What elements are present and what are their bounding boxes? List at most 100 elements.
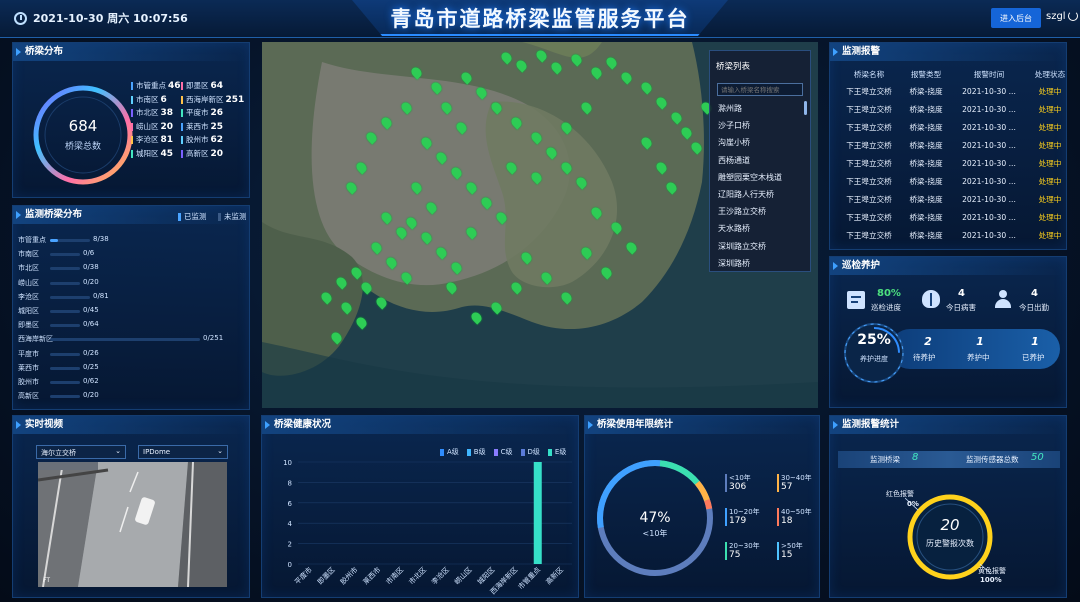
monitor-row-value: 0/38	[83, 263, 99, 272]
monitor-row-name: 平度市	[18, 349, 39, 358]
monitor-row-value: 8/38	[93, 235, 109, 243]
alarm-table-row[interactable]: 下王埠立交桥 桥梁-挠度 2021-10-30 ... 处理中	[836, 100, 1072, 118]
alarm-table-cell: 桥梁-挠度	[909, 86, 943, 96]
bridge-list-item[interactable]: 沙子口桥	[718, 120, 750, 131]
monitor-row-track	[50, 281, 80, 285]
yellow-alarm-pct: 100%	[980, 576, 1002, 584]
y-tick-label: 10	[283, 459, 292, 467]
clipboard-icon	[847, 291, 865, 309]
age-pct-label: <10年	[642, 529, 668, 538]
alarm-table-cell: 桥梁-挠度	[909, 194, 943, 204]
age-value: 18	[781, 516, 793, 526]
alarm-table-cell: 下王埠立交桥	[846, 194, 892, 204]
age-marker	[725, 542, 727, 560]
username[interactable]: szgl	[1046, 11, 1066, 22]
camera-select[interactable]: IPDome ⌄	[138, 445, 228, 459]
district-count: 38	[160, 108, 174, 118]
dashboard: 2021-10-30 周六 10:07:56 青岛市道路桥梁监管服务平台 进入后…	[0, 0, 1080, 602]
age-marker	[777, 474, 779, 492]
bridge-total: 684	[68, 117, 98, 135]
bridge-list-item[interactable]: 深圳路桥	[718, 258, 750, 269]
district-count: 81	[160, 135, 174, 145]
alarm-table-row[interactable]: 下王埠立交桥 桥梁-挠度 2021-10-30 ... 处理中	[836, 208, 1072, 226]
health-panel: 桥梁健康状况 A级 B级 C级 D级 E级 0 2 4 6 8 10 平度市 即墨区 胶州市 莱西市 市南区…	[261, 415, 579, 598]
alarm-table-row[interactable]: 下王埠立交桥 桥梁-挠度 2021-10-30 ... 处理中	[836, 172, 1072, 190]
alarm-table-header-cell: 处理状态	[1034, 69, 1066, 79]
patrol-progress-label: 巡检进度	[871, 303, 901, 312]
monitor-row-value: 0/26	[83, 348, 99, 357]
alarm-table-cell: 下王埠立交桥	[846, 86, 892, 96]
y-tick-label: 2	[288, 541, 292, 549]
district-item: 崂山区 20	[131, 121, 173, 132]
monitor-row-track	[50, 295, 90, 299]
age-value: 75	[729, 550, 741, 560]
legend-monitored-label: 已监测	[184, 212, 207, 221]
alarm-table-row[interactable]: 下王埠立交桥 桥梁-挠度 2021-10-30 ... 处理中	[836, 226, 1072, 244]
district-marker	[181, 149, 183, 158]
bridge-select[interactable]: 海尔立交桥 ⌄	[36, 445, 126, 459]
inspection-panel: 巡检养护 80% 巡检进度 4 今日病害 4 今日出勤 25% 养护进度 2 待…	[829, 256, 1067, 408]
done-label: 已养护	[1022, 353, 1045, 362]
bridge-list-item[interactable]: 深圳路立交桥	[718, 241, 766, 252]
monitor-row-name: 崂山区	[18, 278, 39, 287]
panel-title: 监测桥梁分布	[13, 206, 249, 224]
datetime-text: 2021-10-30 周六 10:07:56	[33, 12, 188, 25]
district-marker	[131, 82, 133, 90]
alarm-table-row[interactable]: 下王埠立交桥 桥梁-挠度 2021-10-30 ... 处理中	[836, 82, 1072, 100]
in-progress-count: 1	[976, 335, 984, 348]
video-feed[interactable]	[38, 462, 227, 587]
alarm-table-header: 桥梁名称 报警类型 报警时间 处理状态	[836, 66, 1072, 82]
district-marker	[181, 136, 183, 144]
alarm-table-body: 下王埠立交桥 桥梁-挠度 2021-10-30 ... 处理中 下王埠立交桥 桥梁-挠度 2…	[836, 82, 1072, 244]
bridge-list-item[interactable]: 辽阳路人行天桥	[718, 189, 774, 200]
alarm-table-row[interactable]: 下王埠立交桥 桥梁-挠度 2021-10-30 ... 处理中	[836, 118, 1072, 136]
alarm-status: 处理中	[1038, 194, 1062, 204]
bridge-list-item[interactable]: 沟崖小桥	[718, 137, 750, 148]
y-tick-label: 8	[288, 479, 292, 487]
bridge-select-value: 海尔立交桥	[41, 449, 76, 457]
bridge-list-item[interactable]: 雕塑园栗空木栈道	[718, 172, 782, 183]
alarm-table-cell: 桥梁-挠度	[909, 140, 943, 150]
bridge-list-item[interactable]: 天水路桥	[718, 223, 750, 234]
maintenance-ring	[844, 323, 904, 383]
list-scrollbar[interactable]	[804, 101, 807, 115]
patrol-progress: 80%	[877, 288, 901, 299]
alarm-table-row[interactable]: 下王埠立交桥 桥梁-挠度 2021-10-30 ... 处理中	[836, 136, 1072, 154]
bridge-list-title: 桥梁列表	[716, 62, 751, 72]
panel-title: 桥梁使用年限统计	[585, 416, 819, 434]
panel-title: 桥梁健康状况	[262, 416, 578, 434]
district-count: 251	[225, 94, 245, 105]
y-tick-label: 6	[288, 500, 293, 508]
pending-label: 待养护	[913, 353, 936, 362]
alarm-table-row[interactable]: 下王埠立交桥 桥梁-挠度 2021-10-30 ... 处理中	[836, 190, 1072, 208]
chevron-down-icon: ⌄	[217, 447, 223, 455]
alarm-status: 处理中	[1038, 86, 1062, 96]
district-item: 即墨区 64	[181, 80, 223, 91]
clock-icon	[14, 11, 27, 25]
alarm-status: 处理中	[1038, 230, 1062, 240]
monitor-row-name: 西海岸新区	[18, 335, 53, 344]
district-name: 李沧区	[136, 135, 159, 144]
power-icon[interactable]	[1068, 11, 1078, 21]
bug-icon	[922, 290, 940, 308]
bridge-search-input[interactable]	[717, 83, 803, 96]
alarm-table-cell: 2021-10-30 ...	[962, 194, 1016, 204]
in-progress-label: 养护中	[967, 353, 990, 362]
maintenance-pct: 25%	[857, 332, 891, 348]
admin-button[interactable]: 进入后台	[991, 8, 1041, 28]
district-count: 46	[168, 81, 181, 91]
bridge-list-item[interactable]: 王沙路立交桥	[718, 206, 766, 217]
disease-count: 4	[958, 288, 965, 299]
district-name: 崂山区	[136, 121, 159, 131]
bridge-list-item[interactable]: 滁州路	[718, 103, 742, 114]
header-bar: 2021-10-30 周六 10:07:56 青岛市道路桥梁监管服务平台 进入后…	[0, 0, 1080, 38]
alarm-table-row[interactable]: 下王埠立交桥 桥梁-挠度 2021-10-30 ... 处理中	[836, 154, 1072, 172]
bridge-list-item[interactable]: 西杨通道	[718, 155, 750, 166]
alarm-table-cell: 桥梁-挠度	[909, 104, 943, 114]
page-title: 青岛市道路桥梁监管服务平台	[390, 7, 690, 31]
district-marker	[131, 122, 133, 131]
district-item: 西海岸新区 251	[181, 94, 244, 105]
alarm-table-cell: 2021-10-30 ...	[962, 176, 1016, 186]
health-legend-item: D级	[520, 448, 540, 456]
district-marker	[131, 109, 133, 117]
